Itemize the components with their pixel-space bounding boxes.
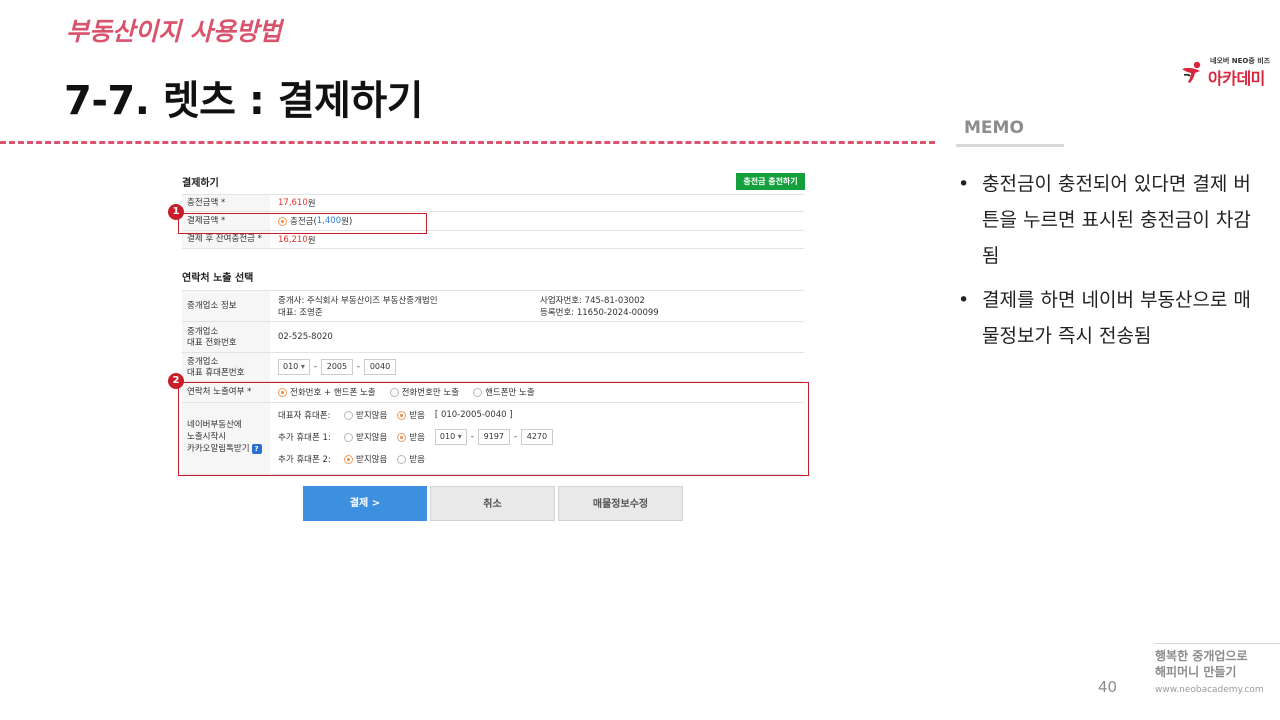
row-label: 중개업소 대표 휴대폰번호 bbox=[182, 353, 270, 381]
office-mobile: 010 ▾ - 2005 - 0040 bbox=[278, 353, 396, 381]
row-value: 17,610 원 bbox=[278, 195, 316, 211]
label-line: 중개업소 bbox=[187, 357, 219, 367]
mobile-mid-input[interactable]: 2005 bbox=[320, 359, 353, 375]
mobile-last-input[interactable]: 0040 bbox=[364, 359, 396, 375]
remaining-amount: 16,210 bbox=[278, 234, 308, 245]
memo-list: • 충전금이 충전되어 있다면 결제 버튼을 누르면 표시된 충전금이 차감됨 •… bbox=[958, 166, 1258, 362]
highlight-box-1 bbox=[178, 213, 427, 234]
row-label: 충전금액 * bbox=[182, 195, 270, 211]
footer-url: www.neobacademy.com bbox=[1155, 685, 1264, 695]
contact-section-title: 연락처 노출 선택 bbox=[182, 273, 254, 284]
unit: 원 bbox=[307, 199, 316, 209]
agency-rep: 대표: 조영준 bbox=[278, 308, 323, 318]
step-badge-2: 2 bbox=[168, 373, 184, 389]
footer-slogan-line: 행복한 중개업으로 bbox=[1155, 649, 1248, 663]
label-line: 중개업소 bbox=[187, 327, 219, 337]
footer-divider bbox=[1154, 643, 1280, 644]
separator: - bbox=[356, 362, 360, 372]
memo-item-text: 결제를 하면 네이버 부동산으로 매물정보가 즉시 전송됨 bbox=[982, 289, 1251, 347]
registration-number: 등록번호: 11650-2024-00099 bbox=[540, 308, 659, 318]
agency-info: 중개사: 주식회사 부동산이즈 부동산중개법인 대표: 조영준 bbox=[278, 291, 438, 321]
footer-slogan: 행복한 중개업으로 해피머니 만들기 bbox=[1155, 648, 1248, 680]
unit: 원 bbox=[307, 235, 316, 246]
memo-item: • 결제를 하면 네이버 부동산으로 매물정보가 즉시 전송됨 bbox=[958, 282, 1258, 354]
chevron-down-icon: ▾ bbox=[300, 362, 305, 371]
footer-slogan-line: 해피머니 만들기 bbox=[1155, 665, 1237, 679]
payment-section-title: 결제하기 bbox=[182, 178, 219, 189]
step-badge-1: 1 bbox=[168, 204, 184, 220]
label-line: 대표 전화번호 bbox=[187, 338, 237, 348]
payment-screenshot: 결제하기 충전금 충전하기 충전금액 * 17,610 원 결제금액 * 충전금(… bbox=[168, 168, 812, 528]
title-divider bbox=[0, 141, 935, 144]
charge-amount: 17,610 bbox=[278, 198, 308, 208]
memo-item-text: 충전금이 충전되어 있다면 결제 버튼을 누르면 표시된 충전금이 차감됨 bbox=[982, 173, 1251, 267]
bullet-icon: • bbox=[958, 173, 970, 195]
memo-item: • 충전금이 충전되어 있다면 결제 버튼을 누르면 표시된 충전금이 차감됨 bbox=[958, 166, 1258, 274]
row-label: 중개업소 대표 전화번호 bbox=[182, 322, 270, 352]
agency-name: 중개사: 주식회사 부동산이즈 부동산중개법인 bbox=[278, 296, 438, 306]
table-bottom-border bbox=[182, 248, 804, 249]
cancel-button[interactable]: 취소 bbox=[430, 486, 555, 521]
slide-title: 7-7. 렛츠 : 결제하기 bbox=[64, 78, 424, 124]
logo-figure-icon bbox=[1182, 61, 1201, 83]
memo-underline bbox=[956, 144, 1064, 147]
highlight-box-2 bbox=[178, 382, 809, 476]
agency-numbers: 사업자번호: 745-81-03002 등록번호: 11650-2024-000… bbox=[540, 291, 659, 321]
office-mobile-row: 중개업소 대표 휴대폰번호 010 ▾ - 2005 - 0040 bbox=[182, 352, 804, 381]
row-label: 중개업소 정보 bbox=[182, 291, 270, 321]
label-line: 대표 휴대폰번호 bbox=[187, 368, 245, 378]
agency-info-row: 중개업소 정보 중개사: 주식회사 부동산이즈 부동산중개법인 대표: 조영준 … bbox=[182, 290, 804, 321]
logo-text: 아카데미 bbox=[1208, 69, 1265, 88]
charge-amount-row: 충전금액 * 17,610 원 bbox=[182, 194, 804, 211]
mobile-prefix-select[interactable]: 010 ▾ bbox=[278, 359, 310, 375]
bullet-icon: • bbox=[958, 289, 970, 311]
select-value: 010 bbox=[283, 362, 299, 371]
office-phone: 02-525-8020 bbox=[278, 332, 333, 342]
memo-label: MEMO bbox=[964, 118, 1024, 138]
pay-button[interactable]: 결제 > bbox=[303, 486, 427, 521]
brand-title: 부동산이지 사용방법 bbox=[66, 17, 282, 46]
academy-logo: 네오버 NEO중 비즈 아카데미 bbox=[1180, 56, 1272, 88]
edit-listing-button[interactable]: 매물정보수정 bbox=[558, 486, 683, 521]
business-number: 사업자번호: 745-81-03002 bbox=[540, 296, 645, 306]
separator: - bbox=[313, 362, 317, 372]
page-number: 40 bbox=[1098, 678, 1118, 696]
charge-points-button[interactable]: 충전금 충전하기 bbox=[736, 173, 805, 190]
office-phone-row: 중개업소 대표 전화번호 02-525-8020 bbox=[182, 321, 804, 352]
